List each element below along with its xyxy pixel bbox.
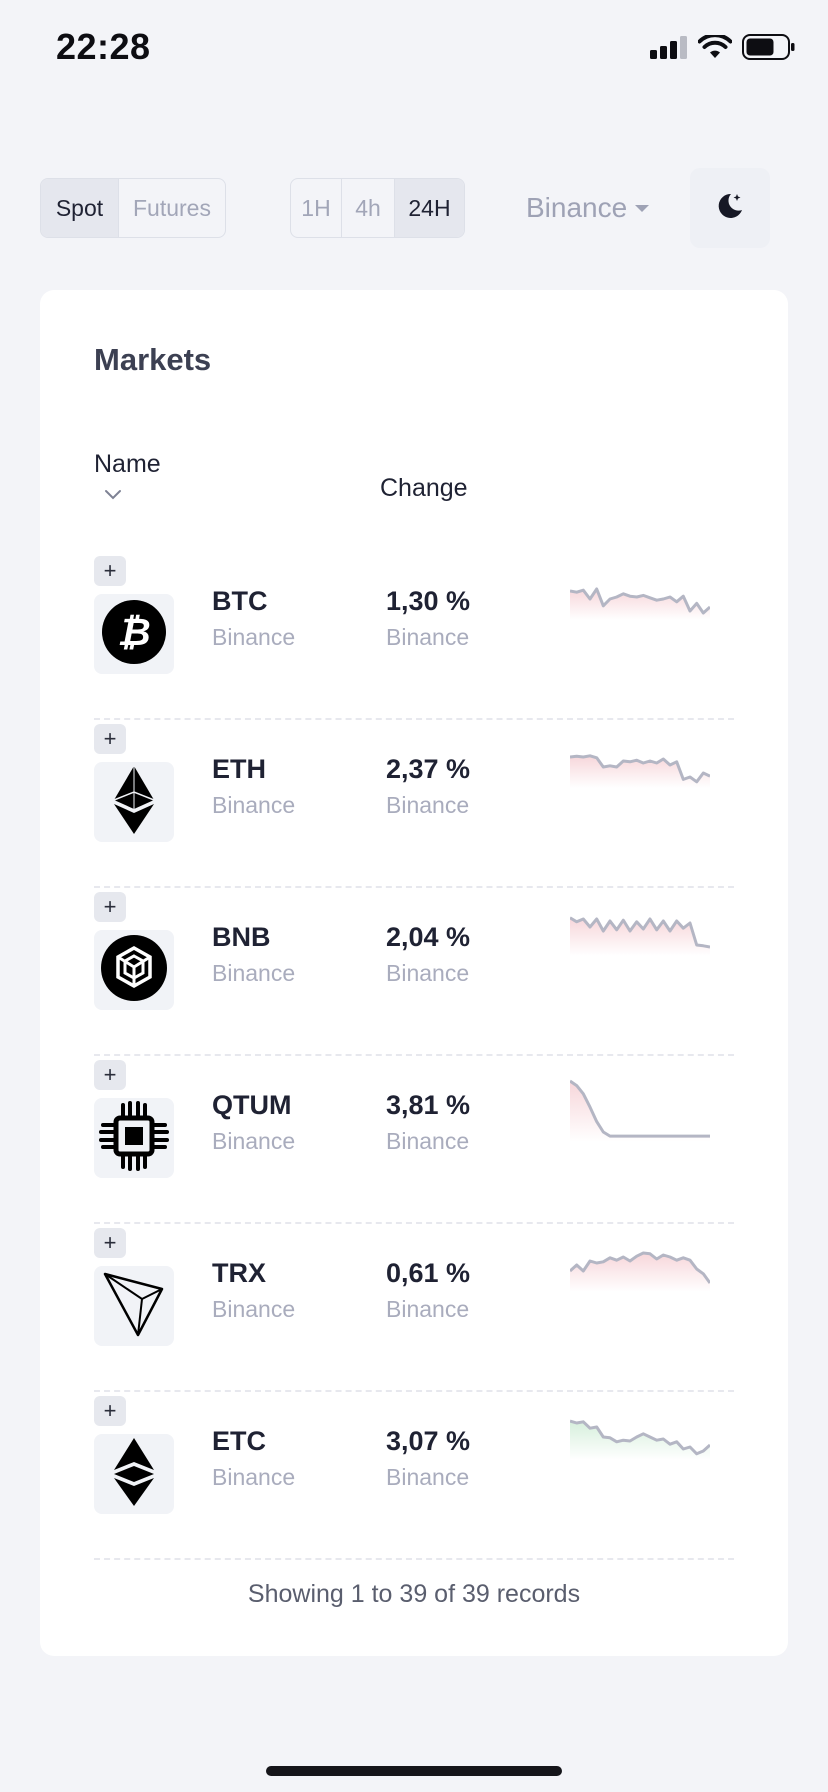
records-summary: Showing 1 to 39 of 39 records: [247, 1580, 581, 1608]
change-exchange: Binance: [386, 792, 470, 818]
status-bar: 22:28: [0, 0, 828, 100]
add-favorite-button[interactable]: +: [94, 556, 126, 586]
sparkline-chart: [570, 1251, 710, 1292]
ethereum-icon: [112, 765, 156, 839]
market-row[interactable]: + TRX Binance 0,61 % Binance: [94, 1224, 734, 1392]
add-favorite-button[interactable]: +: [94, 1060, 126, 1090]
exchange-dropdown-label: Binance: [526, 192, 628, 223]
add-favorite-button[interactable]: +: [94, 724, 126, 754]
theme-toggle-button[interactable]: [690, 168, 770, 248]
price-change: 1,30 %: [386, 586, 471, 616]
ethereum-classic-icon: [112, 1437, 156, 1511]
coin-exchange: Binance: [212, 1296, 296, 1322]
home-indicator[interactable]: [266, 1766, 562, 1776]
change-exchange: Binance: [386, 1464, 470, 1490]
sparkline-chart: [570, 1079, 710, 1142]
price-change: 3,07 %: [386, 1426, 471, 1456]
cellular-signal-icon: [650, 35, 688, 64]
chevron-down-icon[interactable]: [104, 488, 122, 506]
coin-symbol: BTC: [212, 586, 268, 616]
add-favorite-button[interactable]: +: [94, 1228, 126, 1258]
timeframe-1h-tab[interactable]: 1H: [291, 179, 341, 237]
change-exchange: Binance: [386, 1128, 470, 1154]
sparkline-chart: [570, 754, 710, 788]
moon-stars-icon: [715, 191, 745, 226]
price-change: 0,61 %: [386, 1258, 471, 1288]
markets-title: Markets: [94, 342, 212, 377]
coin-symbol: ETC: [212, 1426, 266, 1456]
change-exchange: Binance: [386, 624, 470, 650]
coin-logo: [94, 1266, 174, 1346]
markets-card: Markets Name Change + ₿ BTC Binance 1,30…: [40, 290, 788, 1656]
change-exchange: Binance: [386, 960, 470, 986]
coin-logo: [94, 762, 174, 842]
caret-down-icon: [635, 204, 650, 212]
timeframe-24h-tab[interactable]: 24H: [394, 179, 464, 237]
exchange-dropdown[interactable]: Binance: [526, 178, 650, 238]
market-row[interactable]: + BNB Binance 2,04 % Binance: [94, 888, 734, 1056]
sparkline-chart: [570, 916, 710, 956]
svg-text:₿: ₿: [117, 610, 150, 654]
coin-exchange: Binance: [212, 1128, 296, 1154]
coin-exchange: Binance: [212, 960, 296, 986]
battery-icon: [742, 34, 796, 65]
timeframe-toggle: 1H 4h 24H: [290, 178, 465, 238]
timeframe-4h-tab[interactable]: 4h: [341, 179, 394, 237]
markets-list: + ₿ BTC Binance 1,30 % Binance + ETH Bin…: [94, 552, 734, 1560]
price-change: 2,04 %: [386, 922, 471, 952]
column-header-change[interactable]: Change: [380, 474, 468, 503]
market-row[interactable]: + QTUM Binance 3,81 % Binance: [94, 1056, 734, 1224]
tron-icon: [102, 1269, 166, 1344]
coin-exchange: Binance: [212, 792, 296, 818]
status-time: 22:28: [56, 26, 151, 67]
coin-symbol: ETH: [212, 754, 266, 784]
add-favorite-button[interactable]: +: [94, 892, 126, 922]
market-row[interactable]: + ₿ BTC Binance 1,30 % Binance: [94, 552, 734, 720]
coin-exchange: Binance: [212, 1464, 296, 1490]
coin-symbol: TRX: [212, 1258, 266, 1288]
market-row[interactable]: + ETH Binance 2,37 % Binance: [94, 720, 734, 888]
coin-exchange: Binance: [212, 624, 296, 650]
sparkline-chart: [570, 1419, 710, 1460]
market-type-toggle: Spot Futures: [40, 178, 226, 238]
coin-logo: [94, 930, 174, 1010]
price-change: 2,37 %: [386, 754, 471, 784]
spot-tab[interactable]: Spot: [41, 179, 118, 237]
coin-logo: ₿: [94, 594, 174, 674]
coin-symbol: BNB: [212, 922, 271, 952]
add-favorite-button[interactable]: +: [94, 1396, 126, 1426]
column-header-name[interactable]: Name: [94, 450, 161, 479]
market-row[interactable]: + ETC Binance 3,07 % Binance: [94, 1392, 734, 1560]
coin-logo: [94, 1098, 174, 1178]
bnb-icon: [100, 934, 168, 1007]
filter-toolbar: Spot Futures 1H 4h 24H Binance: [40, 168, 788, 248]
wifi-icon: [697, 33, 733, 64]
futures-tab[interactable]: Futures: [118, 179, 225, 237]
qtum-icon: [99, 1100, 169, 1176]
price-change: 3,81 %: [386, 1090, 471, 1120]
status-icons: [650, 33, 796, 65]
coin-symbol: QTUM: [212, 1090, 292, 1120]
change-exchange: Binance: [386, 1296, 470, 1322]
coin-logo: [94, 1434, 174, 1514]
bitcoin-icon: ₿: [101, 599, 167, 670]
sparkline-chart: [570, 587, 710, 620]
sparkline-area: [570, 589, 710, 620]
